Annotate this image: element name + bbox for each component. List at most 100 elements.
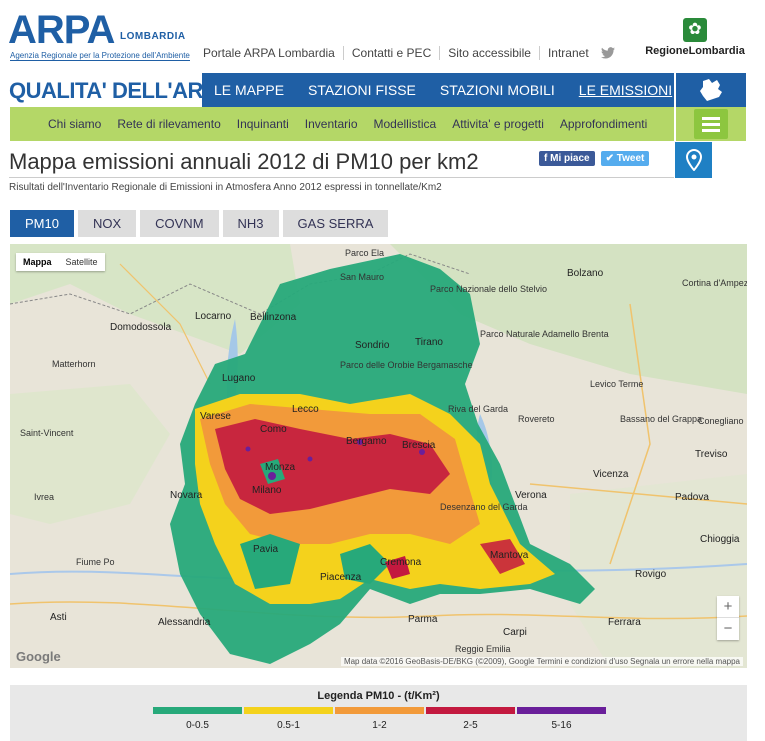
arpa-logo[interactable]: ARPA LOMBARDIA Agenzia Regionale per la … [8, 8, 190, 64]
place-label: Ferrara [608, 617, 641, 628]
legend-item: 2-5 [426, 707, 515, 731]
zoom-out-button[interactable]: − [717, 618, 739, 640]
top-links: Portale ARPA Lombardia Contatti e PEC Si… [195, 46, 615, 60]
legend-swatch [426, 707, 515, 714]
place-label: San Mauro [340, 272, 385, 282]
subnav-inquinanti[interactable]: Inquinanti [229, 117, 297, 131]
place-label: Vicenza [593, 469, 629, 480]
page: ARPA LOMBARDIA Agenzia Regionale per la … [0, 0, 765, 741]
zoom-control: + − [717, 596, 739, 640]
logo-text: ARPA [8, 8, 115, 52]
map-type-satellite[interactable]: Satellite [59, 253, 105, 271]
place-label: Carpi [503, 627, 527, 638]
emissions-map[interactable]: Bolzano Cortina d'Ampezzo Parco Ela San … [10, 244, 747, 668]
place-label: Parco Naturale Adamello Brenta [480, 329, 609, 339]
regione-cross-icon: ✿ [683, 18, 707, 42]
place-label: Saint-Vincent [20, 428, 74, 438]
page-subtitle: Risultati dell'Inventario Regionale di E… [9, 182, 442, 193]
legend-label: 0-0.5 [186, 720, 209, 731]
place-label: Levico Terme [590, 379, 644, 389]
map-type-mappa[interactable]: Mappa [16, 253, 59, 271]
title-divider [9, 177, 674, 178]
place-label: Milano [252, 485, 282, 496]
map-canvas [10, 244, 747, 668]
zoom-in-button[interactable]: + [717, 596, 739, 618]
place-label: Conegliano [698, 416, 744, 426]
place-label: Parco Nazionale dello Stelvio [430, 284, 548, 294]
map-attribution[interactable]: Map data ©2016 GeoBasis-DE/BKG (©2009), … [340, 657, 743, 666]
place-label: Varese [200, 411, 231, 422]
section-title[interactable]: QUALITA' DELL'ARIA [9, 78, 224, 104]
menu-button[interactable] [675, 107, 746, 141]
map-legend: Legenda PM10 - (t/Km²) 0-0.5 0.5-1 1-2 2… [10, 685, 747, 741]
location-pin-button[interactable] [675, 142, 712, 178]
place-label: Locarno [195, 311, 232, 322]
hamburger-icon [694, 109, 728, 139]
sub-nav: Chi siamo Rete di rilevamento Inquinanti… [10, 107, 674, 141]
subnav-attivita[interactable]: Attivita' e progetti [444, 117, 552, 131]
place-label: Monza [265, 462, 296, 473]
logo-tagline: Agenzia Regionale per la Protezione dell… [10, 51, 190, 61]
site-header: ARPA LOMBARDIA Agenzia Regionale per la … [0, 0, 765, 72]
place-label: Lecco [292, 404, 319, 415]
top-link-portale[interactable]: Portale ARPA Lombardia [195, 46, 344, 60]
place-label: Asti [50, 612, 67, 623]
place-label: Rovereto [518, 414, 555, 424]
tab-gas-serra[interactable]: GAS SERRA [282, 210, 389, 237]
place-label: Cremona [380, 557, 422, 568]
place-label: Matterhorn [52, 359, 96, 369]
place-label: Riva del Garda [448, 404, 509, 414]
nav-le-emissioni[interactable]: LE EMISSIONI [567, 82, 684, 98]
legend-swatch [335, 707, 424, 714]
place-label: Alessandria [158, 617, 211, 628]
tweet-label: Tweet [616, 153, 645, 164]
location-pin-icon [685, 149, 702, 171]
place-label: Pavia [253, 544, 279, 555]
legend-item: 0-0.5 [153, 707, 242, 731]
legend-swatch [517, 707, 606, 714]
place-label: Bolzano [567, 268, 604, 279]
legend-title: Legenda PM10 - (t/Km²) [317, 690, 440, 702]
subnav-rete[interactable]: Rete di rilevamento [109, 117, 228, 131]
legend-label: 0.5-1 [277, 720, 300, 731]
place-label: Tirano [415, 337, 443, 348]
place-label: Domodossola [110, 322, 172, 333]
place-label: Sondrio [355, 340, 390, 351]
nav-le-mappe[interactable]: LE MAPPE [202, 82, 296, 98]
top-link-intranet[interactable]: Intranet [540, 46, 597, 60]
nav-stazioni-fisse[interactable]: STAZIONI FISSE [296, 82, 428, 98]
place-label: Ivrea [34, 492, 55, 502]
subnav-chi-siamo[interactable]: Chi siamo [40, 117, 109, 131]
lombardia-map-icon[interactable] [675, 73, 746, 107]
facebook-like-button[interactable]: f Mi piace [539, 151, 595, 166]
regione-name: RegioneLombardia [645, 45, 745, 57]
top-link-contatti[interactable]: Contatti e PEC [344, 46, 441, 60]
map-type-control: Mappa Satellite [16, 253, 105, 271]
tab-covnm[interactable]: COVNM [140, 210, 219, 237]
place-label: Mantova [490, 550, 529, 561]
legend-label: 2-5 [463, 720, 478, 731]
tab-pm10[interactable]: PM10 [10, 210, 74, 237]
subnav-modellistica[interactable]: Modellistica [366, 117, 445, 131]
subnav-approfondimenti[interactable]: Approfondimenti [552, 117, 655, 131]
tab-nox[interactable]: NOX [77, 210, 137, 237]
place-label: Fiume Po [76, 557, 115, 567]
legend-item: 0.5-1 [244, 707, 333, 731]
nav-stazioni-mobili[interactable]: STAZIONI MOBILI [428, 82, 567, 98]
place-label: Novara [170, 490, 203, 501]
logo-region-text: LOMBARDIA [120, 31, 186, 42]
place-label: Parco Ela [345, 248, 385, 258]
place-label: Lugano [222, 373, 256, 384]
place-label: Brescia [402, 440, 436, 451]
tab-nh3[interactable]: NH3 [222, 210, 279, 237]
place-label: Chioggia [700, 534, 740, 545]
twitter-bird-icon: ✔ [605, 153, 617, 164]
legend-item: 1-2 [335, 707, 424, 731]
twitter-icon[interactable] [600, 47, 615, 59]
region-shape-icon [700, 79, 722, 101]
tweet-button[interactable]: ✔ Tweet [600, 151, 650, 166]
google-logo[interactable]: Google [16, 649, 61, 664]
regione-lombardia-logo[interactable]: ✿ RegioneLombardia [640, 18, 750, 64]
subnav-inventario[interactable]: Inventario [297, 117, 366, 131]
top-link-accessibile[interactable]: Sito accessibile [440, 46, 540, 60]
